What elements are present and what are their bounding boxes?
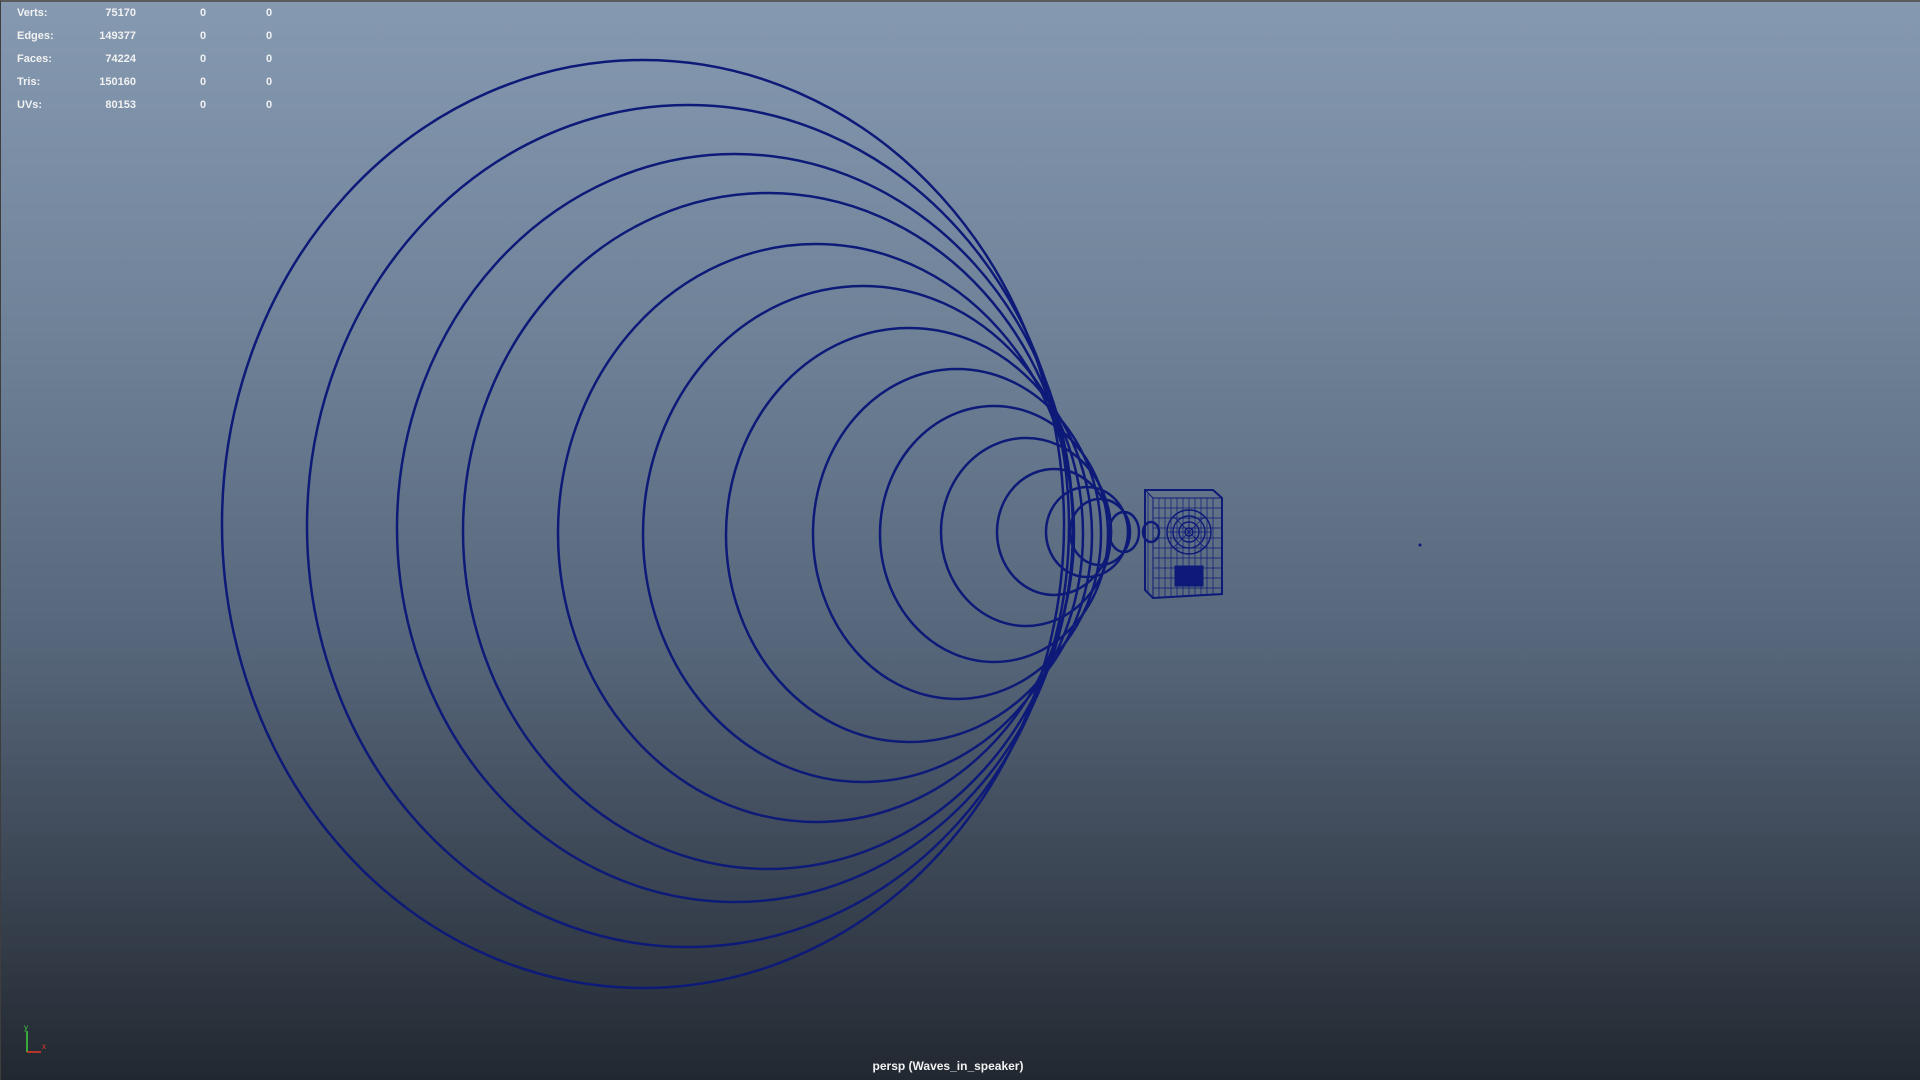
hud-selected-count: 0 xyxy=(199,76,207,88)
sound-wave-ring[interactable] xyxy=(395,152,1075,904)
hud-stat-value: 74224 xyxy=(105,53,136,65)
axis-gizmo: y x xyxy=(24,1023,46,1053)
hud-stat-label: Faces: xyxy=(17,53,52,65)
3d-viewport[interactable]: Verts: 75170 0 0 Edges: 149377 0 0 Faces: 74224 0 0… xyxy=(0,0,1920,1080)
hud-stat-value: 80153 xyxy=(105,99,136,111)
hud-component-count: 0 xyxy=(265,76,273,88)
sound-wave-ring[interactable] xyxy=(305,103,1071,949)
hud-stat-label: Tris: xyxy=(17,76,41,88)
speaker-port xyxy=(1174,565,1204,587)
sound-wave-ring[interactable] xyxy=(1107,510,1141,554)
scene-wireframe[interactable] xyxy=(1,2,1920,1080)
hud-component-count: 0 xyxy=(265,53,273,65)
hud-stat-value: 149377 xyxy=(99,30,136,42)
speaker-wireframe[interactable] xyxy=(1144,489,1223,600)
hud-selected-count: 0 xyxy=(199,30,207,42)
y-axis-label: y xyxy=(24,1023,28,1032)
scene-point xyxy=(1418,543,1422,547)
hud-stat-value: 75170 xyxy=(105,7,136,19)
sound-wave-ring[interactable] xyxy=(461,191,1075,871)
hud-stat-value: 150160 xyxy=(99,76,136,88)
sound-wave-ring[interactable] xyxy=(939,436,1113,628)
sound-wave-ring[interactable] xyxy=(1044,485,1130,579)
hud-selected-count: 0 xyxy=(199,53,207,65)
camera-label: persp (Waves_in_speaker) xyxy=(872,1059,1024,1073)
hud-selected-count: 0 xyxy=(199,7,207,19)
hud-stat-label: Edges: xyxy=(17,30,54,42)
hud-stat-label: UVs: xyxy=(17,99,43,111)
hud-component-count: 0 xyxy=(265,30,273,42)
hud-selected-count: 0 xyxy=(199,99,207,111)
sound-wave-ring[interactable] xyxy=(641,284,1085,784)
hud-component-count: 0 xyxy=(265,7,273,19)
x-axis-label: x xyxy=(42,1042,46,1051)
hud-stat-label: Verts: xyxy=(17,7,48,19)
speaker-cone xyxy=(1166,509,1212,555)
hud-component-count: 0 xyxy=(265,99,273,111)
